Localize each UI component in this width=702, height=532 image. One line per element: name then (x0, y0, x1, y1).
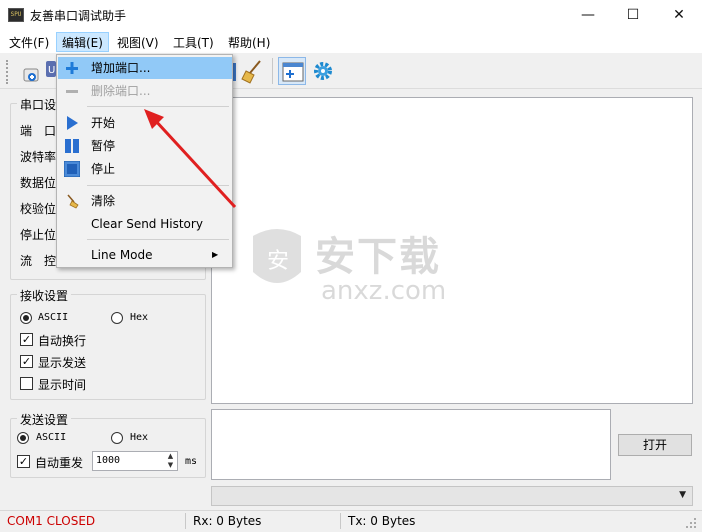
send-history-dropdown[interactable]: ▼ (211, 486, 693, 506)
menu-file[interactable]: 文件(F) (9, 34, 49, 51)
toolbar-grip (6, 60, 8, 84)
menu-line-mode[interactable]: Line Mode ▶ (58, 244, 232, 266)
auto-wrap-label: 自动换行 (38, 334, 87, 348)
toolbar-separator (272, 58, 273, 84)
flow-control-label: 流 控 (20, 254, 57, 268)
data-bits-label: 数据位 (20, 176, 57, 190)
pause-icon (65, 139, 79, 153)
tx-counter: Tx: 0 Bytes (348, 514, 416, 528)
resend-interval-spinbox[interactable]: 1000 ▲ ▼ (92, 451, 178, 471)
status-separator (185, 513, 186, 529)
resize-grip-icon (686, 518, 696, 528)
receive-ascii-radio[interactable] (20, 312, 32, 324)
resend-interval-value: 1000 (96, 455, 121, 466)
new-port-icon (23, 68, 39, 82)
auto-resend-checkbox[interactable]: ✓ (17, 455, 30, 468)
show-send-checkbox[interactable]: ✓ (20, 355, 33, 368)
port-label: 端 口 (20, 124, 57, 138)
send-hex-radio[interactable] (111, 432, 123, 444)
status-separator (340, 513, 341, 529)
menu-start-label: 开始 (91, 116, 116, 130)
menu-edit[interactable]: 编辑(E) (62, 34, 103, 51)
menu-separator (87, 239, 229, 240)
menu-line-mode-label: Line Mode (91, 248, 153, 262)
maximize-button[interactable]: ☐ (610, 0, 656, 31)
menu-view[interactable]: 视图(V) (117, 34, 159, 51)
watermark-brand: 安下载 (315, 234, 441, 280)
port-status: COM1 CLOSED (7, 514, 96, 528)
baud-rate-label: 波特率 (20, 150, 57, 164)
interval-unit-label: ms (185, 456, 198, 467)
menu-add-port-label: 增加端口... (91, 61, 151, 75)
watermark: 安 安下载 anxz.com (245, 222, 475, 312)
stop-icon (64, 161, 80, 177)
minimize-button[interactable]: — (565, 0, 611, 31)
svg-text:安: 安 (267, 249, 289, 274)
resize-grip[interactable] (684, 516, 698, 530)
auto-resend-label: 自动重发 (35, 456, 84, 470)
auto-wrap-checkbox[interactable]: ✓ (20, 333, 33, 346)
receive-settings-title: 接收设置 (17, 287, 72, 304)
send-ascii-label: ASCII (36, 432, 67, 443)
broom-icon (241, 60, 261, 84)
clear-button[interactable] (240, 57, 268, 85)
new-port-button[interactable] (18, 57, 46, 85)
minus-icon (66, 90, 78, 93)
send-settings-title: 发送设置 (17, 411, 72, 428)
gear-icon (314, 62, 332, 80)
receive-ascii-label: ASCII (38, 312, 69, 323)
send-text-area[interactable] (211, 409, 611, 480)
menu-add-port[interactable]: 增加端口... (58, 57, 232, 79)
spin-up-icon[interactable]: ▲ (164, 452, 177, 461)
serial-settings-title: 串口设 (17, 96, 60, 113)
play-icon (67, 116, 78, 130)
add-window-icon (282, 62, 304, 82)
send-ascii-radio[interactable] (17, 432, 29, 444)
menu-clear-send-history-label: Clear Send History (91, 217, 203, 231)
show-send-label: 显示发送 (38, 356, 87, 370)
open-port-button[interactable]: 打开 (618, 434, 692, 456)
plus-icon (66, 62, 78, 74)
receive-hex-label: Hex (130, 312, 149, 323)
menu-clear-send-history[interactable]: Clear Send History (58, 213, 232, 235)
spin-down-icon[interactable]: ▼ (164, 461, 177, 470)
app-icon: SPU (8, 8, 24, 22)
menu-remove-port-label: 删除端口... (91, 84, 151, 98)
window-title: 友善串口调试助手 (30, 9, 127, 23)
send-hex-label: Hex (130, 432, 149, 443)
menu-remove-port[interactable]: 删除端口... (58, 80, 232, 102)
menu-stop-label: 停止 (91, 162, 116, 176)
settings-button[interactable] (309, 57, 337, 85)
annotation-arrow-icon (144, 109, 237, 209)
watermark-shield-icon: 安 (253, 229, 301, 283)
parity-label: 校验位 (20, 202, 57, 216)
broom-icon (67, 194, 79, 209)
submenu-arrow-icon: ▶ (212, 250, 219, 259)
rx-counter: Rx: 0 Bytes (193, 514, 262, 528)
svg-text:U: U (48, 65, 55, 76)
chevron-down-icon: ▼ (679, 490, 686, 500)
show-time-checkbox[interactable] (20, 377, 33, 390)
show-time-label: 显示时间 (38, 378, 87, 392)
close-button[interactable]: ✕ (656, 0, 702, 31)
menu-pause-label: 暂停 (91, 139, 116, 153)
receive-hex-radio[interactable] (111, 312, 123, 324)
stop-bits-label: 停止位 (20, 228, 57, 242)
add-window-button[interactable] (278, 57, 306, 85)
menu-help[interactable]: 帮助(H) (228, 34, 270, 51)
watermark-domain: anxz.com (321, 276, 447, 306)
menu-tools[interactable]: 工具(T) (173, 34, 214, 51)
menu-clear-label: 清除 (91, 194, 116, 208)
